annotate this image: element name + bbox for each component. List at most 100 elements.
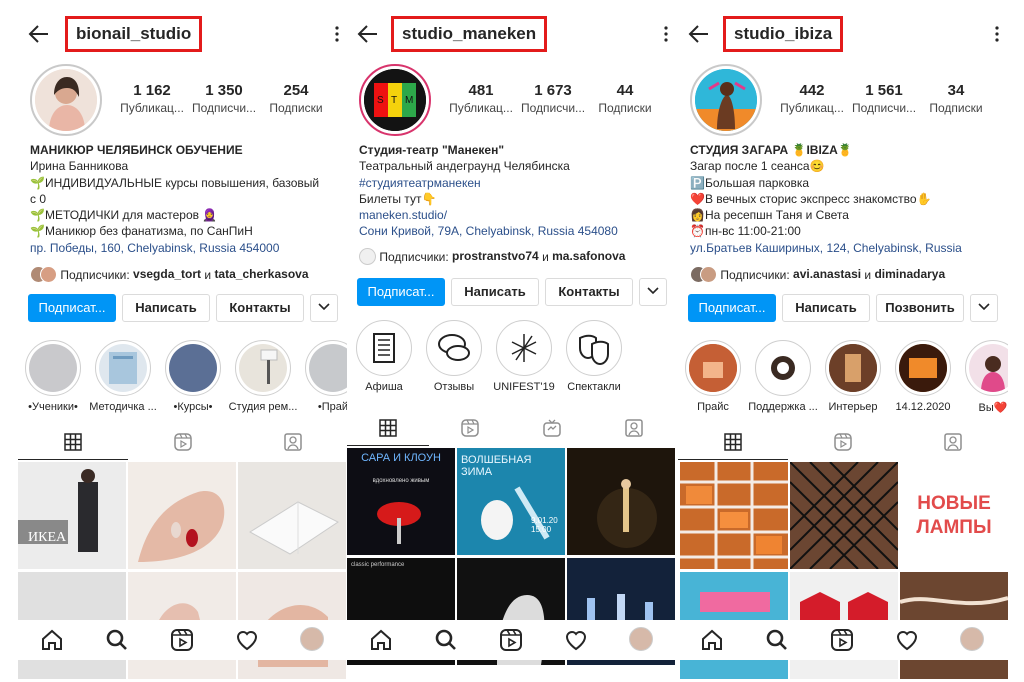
follower-username[interactable]: diminadarya	[874, 267, 945, 281]
highlight-item[interactable]: Прайс	[678, 340, 748, 413]
post-thumbnail[interactable]: ИКЕА	[18, 462, 126, 569]
search-icon[interactable]	[434, 628, 458, 652]
highlight-label: •Ученики•	[28, 401, 78, 413]
heart-icon[interactable]	[564, 628, 588, 652]
tab-tagged[interactable]	[898, 424, 1008, 460]
tab-igtv[interactable]	[511, 410, 593, 446]
highlight-item[interactable]: Поддержка ...	[748, 340, 818, 413]
follower-username[interactable]: prostranstvo74	[452, 249, 539, 263]
post-thumbnail[interactable]	[567, 448, 675, 555]
search-icon[interactable]	[765, 628, 789, 652]
message-button[interactable]: Написать	[782, 294, 870, 322]
more-options-icon[interactable]	[994, 26, 1000, 42]
post-thumbnail[interactable]	[238, 462, 346, 569]
stat-label: Подписки	[269, 101, 323, 115]
contacts-button[interactable]: Контакты	[545, 278, 633, 306]
highlight-item[interactable]: UNIFEST'19	[489, 320, 559, 393]
heart-icon[interactable]	[235, 628, 259, 652]
highlight-item[interactable]: Афиша	[349, 320, 419, 393]
tab-grid[interactable]	[678, 424, 788, 460]
contacts-button[interactable]: Контакты	[216, 294, 304, 322]
heart-icon[interactable]	[895, 628, 919, 652]
bio-address-link[interactable]: ул.Братьев Кашириных, 124, Chelyabinsk, …	[690, 240, 1000, 256]
highlight-item[interactable]: Методичка ...	[88, 340, 158, 413]
following-count[interactable]: 34 Подписки	[920, 82, 992, 116]
more-options-icon[interactable]	[663, 26, 669, 42]
follower-username[interactable]: vsegda_tort	[133, 267, 201, 281]
highlight-item[interactable]: Интерьер	[818, 340, 888, 413]
home-icon[interactable]	[369, 628, 393, 652]
highlight-item[interactable]: Студия рем...	[228, 340, 298, 413]
follow-button[interactable]: Подписат...	[357, 278, 445, 306]
tab-reels[interactable]	[429, 410, 511, 446]
posts-count[interactable]: 1 162 Публикац...	[116, 82, 188, 116]
following-count[interactable]: 44 Подписки	[589, 82, 661, 116]
highlight-item[interactable]: Спектакли	[559, 320, 629, 393]
followers-count[interactable]: 1 350 Подписчи...	[188, 82, 260, 116]
bio-address-link[interactable]: Сони Кривой, 79А, Chelyabinsk, Russia 45…	[359, 223, 669, 239]
tab-grid[interactable]	[18, 424, 128, 460]
follower-avatar	[40, 266, 57, 284]
posts-count[interactable]: 481 Публикац...	[445, 82, 517, 116]
more-options-icon[interactable]	[334, 26, 340, 42]
reels-icon[interactable]	[499, 628, 523, 652]
tab-reels[interactable]	[128, 424, 238, 460]
back-arrow-icon[interactable]	[28, 24, 50, 44]
post-thumbnail[interactable]: НОВЫЕ ЛАМПЫ	[900, 462, 1008, 569]
post-caption: вдохновлено живым	[372, 478, 430, 484]
bio-hashtag-link[interactable]: #студиятеатрманекен	[359, 175, 669, 191]
post-photo	[18, 462, 126, 569]
profile-avatar[interactable]	[30, 64, 102, 136]
highlight-item[interactable]: •Ученики•	[18, 340, 88, 413]
action-buttons: Подписат... Написать Позвонить	[688, 294, 1002, 322]
follower-username[interactable]: avi.anastasi	[793, 267, 861, 281]
message-button[interactable]: Написать	[122, 294, 210, 322]
bottom-navigation	[18, 620, 348, 660]
post-thumbnail[interactable]	[128, 462, 236, 569]
follow-button[interactable]: Подписат...	[688, 294, 776, 322]
suggested-chevron-button[interactable]	[639, 278, 667, 306]
profile-avatar[interactable]	[690, 64, 762, 136]
profile-avatar[interactable]	[629, 627, 653, 651]
reels-icon[interactable]	[830, 628, 854, 652]
followers-count[interactable]: 1 561 Подписчи...	[848, 82, 920, 116]
bio-address-link[interactable]: пр. Победы, 160, Chelyabinsk, Russia 454…	[30, 240, 340, 256]
profile-avatar[interactable]: STM	[359, 64, 431, 136]
suggested-chevron-button[interactable]	[310, 294, 338, 322]
followers-count[interactable]: 1 673 Подписчи...	[517, 82, 589, 116]
post-thumbnail[interactable]	[790, 462, 898, 569]
follow-button[interactable]: Подписат...	[28, 294, 116, 322]
follower-username[interactable]: ma.safonova	[552, 249, 625, 263]
highlight-item[interactable]: Вы❤️	[958, 340, 1008, 414]
post-thumbnail[interactable]: ВОЛШЕБНАЯ ЗИМА 9.01.20 15:00	[457, 448, 565, 555]
highlight-item[interactable]: •Прай	[298, 340, 348, 413]
tab-tagged[interactable]	[593, 410, 675, 446]
call-button[interactable]: Позвонить	[876, 294, 964, 322]
message-button[interactable]: Написать	[451, 278, 539, 306]
suggested-chevron-button[interactable]	[970, 294, 998, 322]
search-icon[interactable]	[105, 628, 129, 652]
back-arrow-icon[interactable]	[688, 24, 710, 44]
tab-tagged[interactable]	[238, 424, 348, 460]
followed-by[interactable]: Подписчики: vsegda_tort и tata_cherkasov…	[30, 264, 342, 284]
profile-avatar[interactable]	[960, 627, 984, 651]
post-thumbnail[interactable]	[680, 462, 788, 569]
reels-icon[interactable]	[170, 628, 194, 652]
highlight-item[interactable]: •Курсы•	[158, 340, 228, 413]
highlight-item[interactable]: 14.12.2020	[888, 340, 958, 413]
bio-website-link[interactable]: maneken.studio/	[359, 207, 669, 223]
tab-reels[interactable]	[788, 424, 898, 460]
follower-username[interactable]: tata_cherkasova	[214, 267, 308, 281]
tab-grid[interactable]	[347, 410, 429, 446]
profile-avatar[interactable]	[300, 627, 324, 651]
home-icon[interactable]	[700, 628, 724, 652]
following-count[interactable]: 254 Подписки	[260, 82, 332, 116]
home-icon[interactable]	[40, 628, 64, 652]
highlight-item[interactable]: Отзывы	[419, 320, 489, 393]
highlight-label: Вы❤️	[978, 402, 1008, 414]
posts-count[interactable]: 442 Публикац...	[776, 82, 848, 116]
back-arrow-icon[interactable]	[357, 24, 379, 44]
followed-by[interactable]: Подписчики: prostranstvo74 и ma.safonova	[359, 246, 671, 266]
followed-by[interactable]: Подписчики: avi.anastasi и diminadarya	[690, 264, 1002, 284]
post-thumbnail[interactable]: САРА И КЛОУН вдохновлено живым	[347, 448, 455, 555]
